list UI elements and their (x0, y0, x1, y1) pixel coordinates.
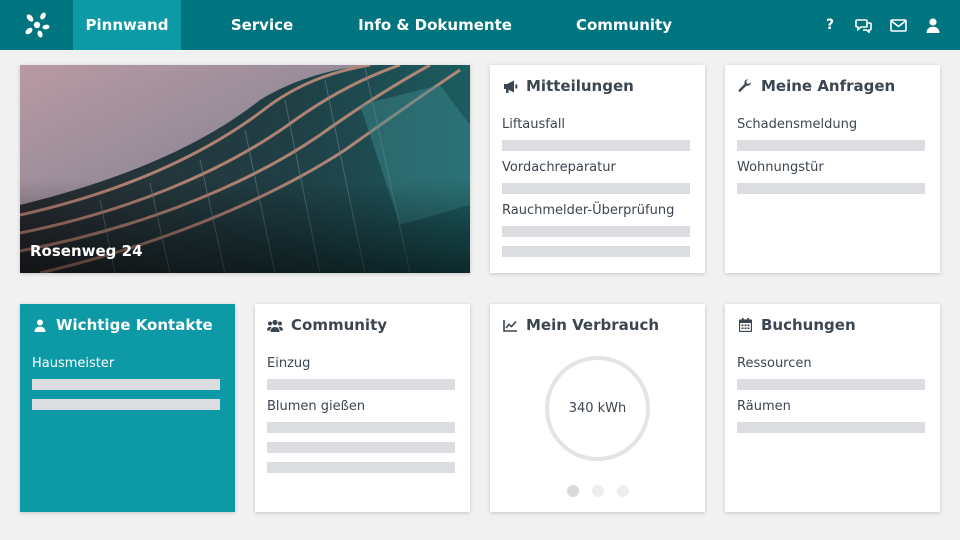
calendar-icon (737, 317, 753, 333)
nav-tab-info-dokumente[interactable]: Info & Dokumente (350, 0, 520, 50)
placeholder-bar (32, 379, 220, 390)
request-item[interactable]: Wohnungstür (737, 160, 824, 175)
card-header: Mitteilungen (502, 77, 634, 95)
my-requests-card[interactable]: Meine Anfragen Schadensmeldung Wohnungst… (725, 65, 940, 273)
card-header: Community (267, 316, 387, 334)
mail-icon[interactable] (888, 15, 908, 35)
group-icon (267, 317, 283, 333)
card-title: Meine Anfragen (761, 77, 896, 95)
placeholder-bar (502, 140, 690, 151)
bookings-card[interactable]: Buchungen Ressourcen Räumen (725, 304, 940, 512)
placeholder-bar (502, 246, 690, 257)
announcements-card[interactable]: Mitteilungen Liftausfall Vordachreparatu… (490, 65, 705, 273)
line-chart-icon (502, 317, 518, 333)
placeholder-bar (502, 183, 690, 194)
card-title: Mein Verbrauch (526, 316, 660, 334)
card-title: Buchungen (761, 316, 856, 334)
card-header: Mein Verbrauch (502, 316, 659, 334)
community-item[interactable]: Einzug (267, 356, 310, 371)
carousel-dot[interactable] (592, 485, 604, 497)
consumption-value: 340 kWh (568, 401, 627, 416)
nav-tab-community[interactable]: Community (566, 0, 682, 50)
booking-item[interactable]: Ressourcen (737, 356, 812, 371)
placeholder-bar (267, 462, 455, 473)
placeholder-bar (737, 140, 925, 151)
carousel-dot[interactable] (567, 485, 579, 497)
top-navigation-bar: Pinnwand Service Info & Dokumente Commun… (0, 0, 960, 50)
announcement-item[interactable]: Rauchmelder-Überprüfung (502, 203, 674, 218)
nav-tab-service[interactable]: Service (222, 0, 302, 50)
placeholder-bar (737, 379, 925, 390)
wrench-icon (737, 78, 753, 94)
card-title: Wichtige Kontakte (56, 316, 213, 334)
brand-logo-icon (25, 12, 50, 38)
placeholder-bar (32, 399, 220, 410)
nav-tab-pinnwand[interactable]: Pinnwand (73, 0, 181, 50)
community-item[interactable]: Blumen gießen (267, 399, 365, 414)
contact-item[interactable]: Hausmeister (32, 356, 114, 371)
consumption-gauge: 340 kWh (545, 356, 650, 461)
brand-logo[interactable] (0, 0, 73, 50)
card-header: Meine Anfragen (737, 77, 895, 95)
carousel-dot[interactable] (617, 485, 629, 497)
request-item[interactable]: Schadensmeldung (737, 117, 857, 132)
card-title: Community (291, 316, 388, 334)
property-hero-card[interactable]: Rosenweg 24 (20, 65, 470, 273)
important-contacts-card[interactable]: Wichtige Kontakte Hausmeister (20, 304, 235, 512)
consumption-card[interactable]: Mein Verbrauch 340 kWh (490, 304, 705, 512)
placeholder-bar (267, 379, 455, 390)
chat-icon[interactable] (853, 15, 873, 35)
placeholder-bar (737, 422, 925, 433)
booking-item[interactable]: Räumen (737, 399, 791, 414)
placeholder-bar (737, 183, 925, 194)
user-icon[interactable] (923, 15, 943, 35)
placeholder-bar (502, 226, 690, 237)
property-address: Rosenweg 24 (30, 242, 143, 260)
card-title: Mitteilungen (526, 77, 634, 95)
placeholder-bar (267, 442, 455, 453)
card-header: Buchungen (737, 316, 856, 334)
community-card[interactable]: Community Einzug Blumen gießen (255, 304, 470, 512)
person-icon (32, 317, 48, 333)
card-header: Wichtige Kontakte (32, 316, 213, 334)
help-icon[interactable]: ? (820, 15, 840, 35)
announcement-item[interactable]: Vordachreparatur (502, 160, 616, 175)
announcement-item[interactable]: Liftausfall (502, 117, 565, 132)
megaphone-icon (502, 78, 518, 94)
placeholder-bar (267, 422, 455, 433)
